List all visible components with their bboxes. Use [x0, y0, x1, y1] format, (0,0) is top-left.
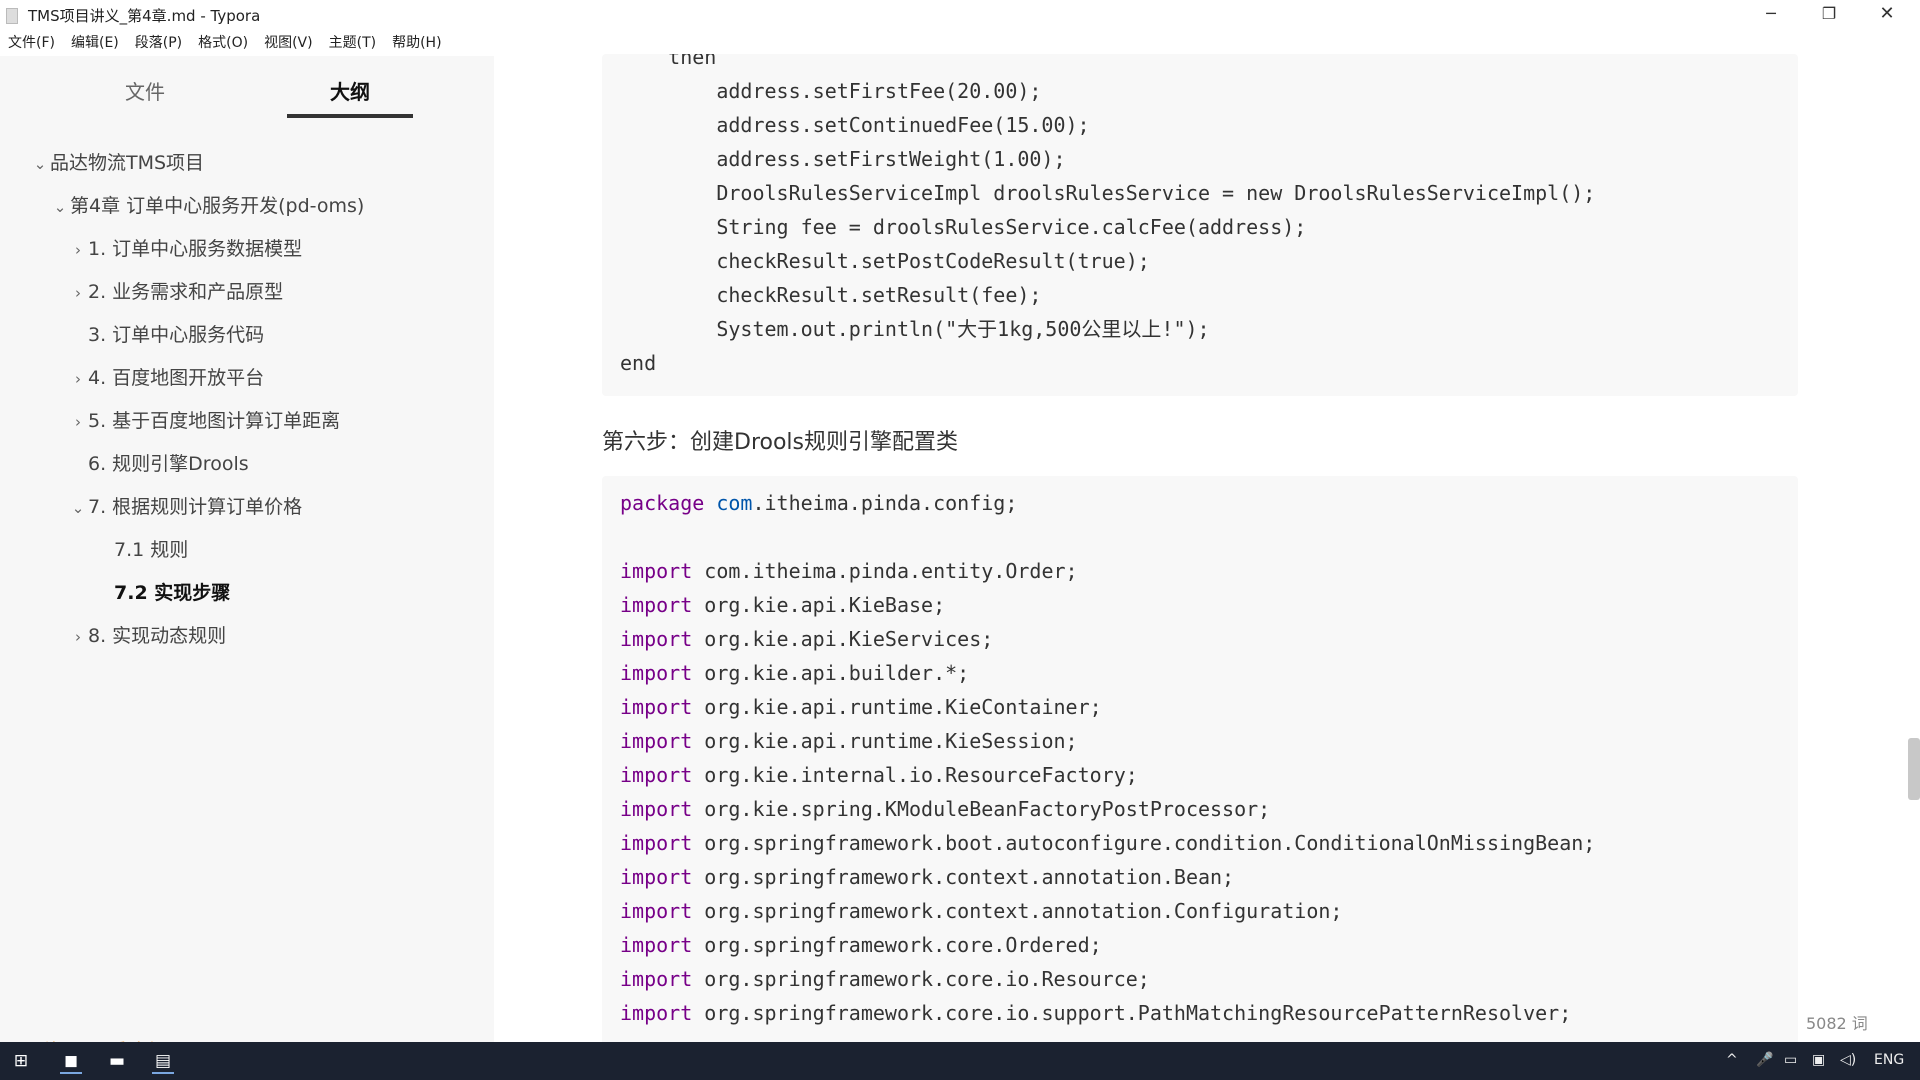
outline-item[interactable]: › 1. 订单中心服务数据模型: [68, 232, 302, 266]
file-explorer-icon[interactable]: ▬: [106, 1050, 128, 1072]
editor-area[interactable]: then address.setFirstFee(20.00); address…: [494, 54, 1920, 1042]
window-title: TMS项目讲义_第4章.md - Typora: [28, 7, 261, 25]
volume-icon[interactable]: ◁): [1840, 1052, 1856, 1068]
taskbar: ⊞ ◼ ▬ ▤ ^ 🎤 ▭ ▣ ◁) ENG: [0, 1042, 1920, 1080]
outline-item-label: 5. 基于百度地图计算订单距离: [88, 410, 341, 432]
menu-bar: 文件(F) 编辑(E) 段落(P) 格式(O) 视图(V) 主题(T) 帮助(H…: [0, 32, 450, 54]
word-count[interactable]: 5082 词: [1806, 1010, 1868, 1034]
menu-help[interactable]: 帮助(H): [384, 32, 449, 54]
outline-item-label: 7. 根据规则计算订单价格: [88, 496, 303, 518]
maximize-button[interactable]: ❐: [1800, 0, 1858, 30]
close-button[interactable]: ✕: [1858, 0, 1916, 30]
outline-item[interactable]: ⌄ 7. 根据规则计算订单价格: [68, 490, 302, 524]
chevron-down-icon[interactable]: ⌄: [68, 491, 88, 525]
code-line: end: [620, 351, 657, 375]
code-line: import org.springframework.context.annot…: [620, 899, 1343, 923]
outline-item[interactable]: › 2. 业务需求和产品原型: [68, 275, 283, 309]
outline-item[interactable]: › 5. 基于百度地图计算订单距离: [68, 404, 340, 438]
outline-item[interactable]: 3. 订单中心服务代码: [68, 318, 264, 352]
code-block[interactable]: package com.itheima.pinda.config; import…: [602, 476, 1798, 1042]
title-bar: TMS项目讲义_第4章.md - Typora ─ ❐ ✕: [0, 0, 1920, 30]
chevron-right-icon[interactable]: ›: [68, 620, 88, 654]
tab-files[interactable]: 文件: [100, 76, 190, 114]
windows-start-icon[interactable]: ⊞: [10, 1050, 32, 1072]
keyword: package: [620, 491, 705, 515]
code-line: package com.itheima.pinda.config;: [620, 486, 1017, 520]
code-line: import org.kie.api.builder.*;: [620, 661, 970, 685]
code-line: checkResult.setResult(fee);: [620, 283, 1042, 307]
tray-chevron-icon[interactable]: ^: [1726, 1052, 1738, 1068]
code-line: import org.springframework.boot.autoconf…: [620, 831, 1596, 855]
typora-icon[interactable]: ▤: [152, 1050, 174, 1074]
code-block[interactable]: then address.setFirstFee(20.00); address…: [602, 54, 1798, 396]
code-line: import org.kie.api.KieBase;: [620, 593, 946, 617]
code-line: import org.springframework.context.annot…: [620, 865, 1235, 889]
code-line: then: [620, 54, 717, 69]
chevron-right-icon[interactable]: ›: [68, 276, 88, 310]
minimize-button[interactable]: ─: [1742, 0, 1800, 30]
outline-item-label: 4. 百度地图开放平台: [88, 367, 265, 389]
outline-item-label: 第4章 订单中心服务开发(pd-oms): [70, 195, 365, 217]
intellij-icon[interactable]: ◼: [60, 1050, 82, 1074]
outline-item[interactable]: › 8. 实现动态规则: [68, 619, 226, 653]
menu-edit[interactable]: 编辑(E): [63, 32, 127, 54]
outline-item-label: 7.1 规则: [114, 539, 189, 561]
package-name: .itheima.pinda.config;: [752, 491, 1018, 515]
typora-app-icon: [6, 8, 18, 24]
menu-view[interactable]: 视图(V): [256, 32, 321, 54]
outline-item[interactable]: ⌄ 第4章 订单中心服务开发(pd-oms): [50, 189, 365, 224]
chevron-right-icon[interactable]: ›: [68, 233, 88, 267]
outline-item-label: 8. 实现动态规则: [88, 625, 227, 647]
package-prefix: com: [716, 491, 753, 515]
code-line: import org.kie.spring.KModuleBeanFactory…: [620, 797, 1271, 821]
code-line: import org.springframework.core.io.suppo…: [620, 1001, 1572, 1025]
code-line: System.out.println("大于1kg,500公里以上!");: [620, 317, 1210, 341]
code-line: import org.springframework.core.Ordered;: [620, 933, 1102, 957]
code-line: import org.kie.api.runtime.KieContainer;: [620, 695, 1102, 719]
outline-item-active[interactable]: 7.2 实现步骤: [94, 576, 230, 610]
code-line: DroolsRulesServiceImpl droolsRulesServic…: [620, 181, 1596, 205]
outline-item[interactable]: ⌄ 品达物流TMS项目: [30, 146, 204, 180]
outline-item-label: 2. 业务需求和产品原型: [88, 281, 284, 303]
sidebar: 文件 大纲 ⌄ 品达物流TMS项目 ⌄ 第4章 订单中心服务开发(pd-oms) ›…: [0, 56, 494, 1064]
chevron-right-icon[interactable]: ›: [68, 362, 88, 396]
outline-item[interactable]: 6. 规则引擎Drools: [68, 447, 249, 481]
menu-theme[interactable]: 主题(T): [321, 32, 384, 54]
code-line: String fee = droolsRulesService.calcFee(…: [620, 215, 1307, 239]
outline-item-label: 7.2 实现步骤: [114, 582, 231, 604]
outline-item-label: 3. 订单中心服务代码: [88, 324, 265, 346]
chevron-down-icon[interactable]: ⌄: [30, 147, 50, 181]
code-line: address.setFirstWeight(1.00);: [620, 147, 1066, 171]
code-line: address.setContinuedFee(15.00);: [620, 113, 1090, 137]
outline-item-label: 1. 订单中心服务数据模型: [88, 238, 303, 260]
code-line: address.setFirstFee(20.00);: [620, 79, 1042, 103]
outline-item-label: 6. 规则引擎Drools: [88, 453, 249, 475]
scrollbar-thumb[interactable]: [1908, 738, 1920, 800]
code-line: import com.itheima.pinda.entity.Order;: [620, 559, 1078, 583]
microphone-icon[interactable]: 🎤: [1756, 1052, 1773, 1068]
sidebar-tabs: 文件 大纲: [0, 76, 494, 122]
section-heading: 第六步：创建Drools规则引擎配置类: [602, 430, 958, 455]
code-line: import org.kie.api.runtime.KieSession;: [620, 729, 1078, 753]
code-line: checkResult.setPostCodeResult(true);: [620, 249, 1150, 273]
code-line: import org.springframework.core.io.Resou…: [620, 967, 1150, 991]
chevron-right-icon[interactable]: ›: [68, 405, 88, 439]
menu-format[interactable]: 格式(O): [190, 32, 256, 54]
tab-outline[interactable]: 大纲: [287, 76, 413, 118]
language-indicator[interactable]: ENG: [1874, 1052, 1904, 1068]
code-line: import org.kie.api.KieServices;: [620, 627, 994, 651]
outline-item-label: 品达物流TMS项目: [50, 152, 205, 174]
menu-paragraph[interactable]: 段落(P): [127, 32, 190, 54]
menu-file[interactable]: 文件(F): [0, 32, 63, 54]
network-icon[interactable]: ▣: [1812, 1052, 1825, 1068]
chevron-down-icon[interactable]: ⌄: [50, 190, 70, 224]
outline-item[interactable]: 7.1 规则: [94, 533, 188, 567]
outline-item[interactable]: › 4. 百度地图开放平台: [68, 361, 264, 395]
code-line: import org.kie.internal.io.ResourceFacto…: [620, 763, 1138, 787]
battery-icon[interactable]: ▭: [1784, 1052, 1797, 1068]
